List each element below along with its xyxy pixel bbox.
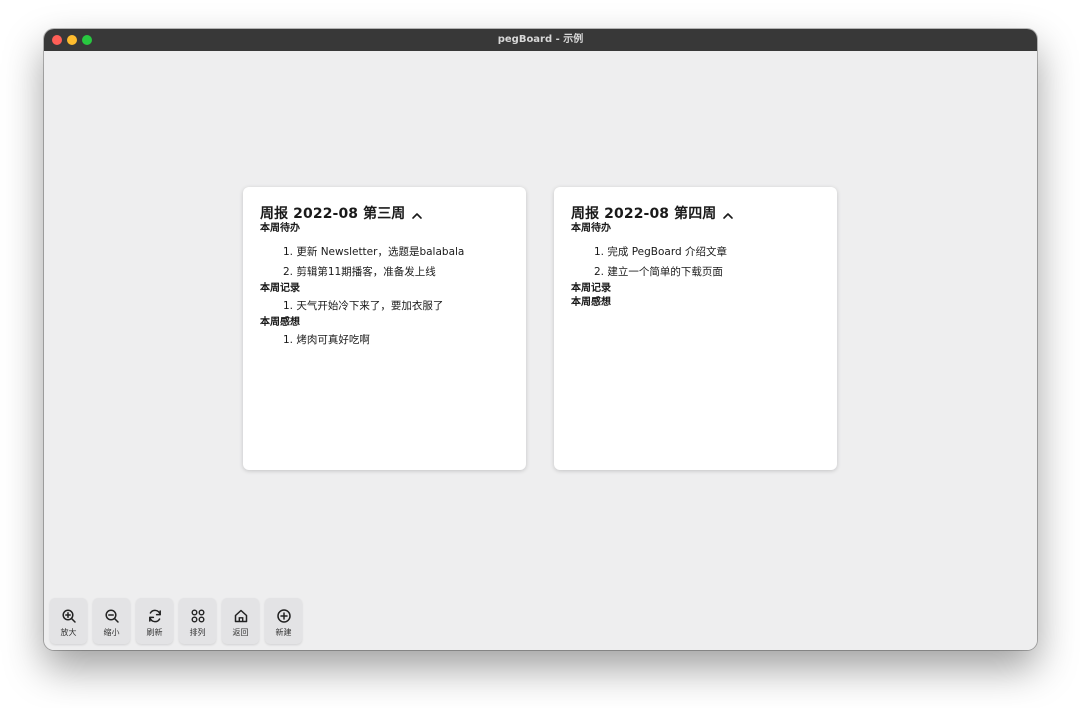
refresh-button[interactable]: 刷新 (136, 598, 173, 644)
toolbar-label: 新建 (275, 627, 292, 637)
arrange-icon (191, 609, 204, 622)
zoom-out-button[interactable]: 缩小 (93, 598, 130, 644)
section-heading: 本周记录 (571, 283, 611, 294)
section-heading: 本周记录 (260, 283, 300, 294)
home-button[interactable]: 返回 (222, 598, 259, 644)
toolbar-label: 返回 (232, 627, 249, 637)
zoom-in-icon (61, 608, 76, 623)
list-item: 1. 烤肉可真好吃啊 (283, 334, 370, 346)
toolbar-label: 缩小 (103, 627, 120, 637)
list-item: 1. 更新 Newsletter，选题是balabala (283, 246, 465, 258)
chevron-up-icon[interactable] (411, 207, 423, 219)
list-item: 1. 天气开始冷下来了，要加衣服了 (283, 300, 444, 312)
bottom-toolbar: 放大 缩小 刷新 排列 返回 新建 (50, 598, 302, 644)
app-window: pegBoard - 示例 周报 2022-08 第三周 本周待办 1. 更新 … (44, 29, 1037, 650)
zoom-out-icon (104, 608, 119, 623)
toolbar-label: 排列 (189, 627, 206, 637)
toolbar-label: 放大 (60, 627, 77, 637)
record-list: 1. 天气开始冷下来了，要加衣服了 (260, 296, 509, 316)
refresh-icon (148, 609, 161, 622)
card-header[interactable]: 周报 2022-08 第三周 (260, 204, 509, 222)
weekly-report-card[interactable]: 周报 2022-08 第三周 本周待办 1. 更新 Newsletter，选题是… (243, 187, 526, 470)
weekly-report-card[interactable]: 周报 2022-08 第四周 本周待办 1. 完成 PegBoard 介绍文章 … (554, 187, 837, 470)
add-icon (276, 608, 291, 623)
card-title: 周报 2022-08 第三周 (260, 206, 406, 222)
add-button[interactable]: 新建 (265, 598, 302, 644)
list-item: 2. 剪辑第11期播客，准备发上线 (283, 266, 436, 278)
title-bar: pegBoard - 示例 (44, 29, 1037, 51)
list-item: 2. 建立一个简单的下载页面 (594, 266, 723, 278)
thoughts-list: 1. 烤肉可真好吃啊 (260, 330, 509, 350)
card-header[interactable]: 周报 2022-08 第四周 (571, 204, 820, 222)
board-canvas[interactable]: 周报 2022-08 第三周 本周待办 1. 更新 Newsletter，选题是… (44, 51, 1037, 650)
section-heading: 本周感想 (571, 297, 611, 308)
section-heading: 本周待办 (571, 223, 611, 234)
section-heading: 本周待办 (260, 223, 300, 234)
section-heading: 本周感想 (260, 317, 300, 328)
toolbar-label: 刷新 (146, 627, 163, 637)
home-icon (234, 609, 247, 622)
card-title: 周报 2022-08 第四周 (571, 206, 717, 222)
todo-list: 1. 更新 Newsletter，选题是balabala 2. 剪辑第11期播客… (260, 242, 509, 282)
list-item: 1. 完成 PegBoard 介绍文章 (594, 246, 727, 258)
todo-list: 1. 完成 PegBoard 介绍文章 2. 建立一个简单的下载页面 (571, 242, 820, 282)
window-title: pegBoard - 示例 (497, 34, 584, 45)
chevron-up-icon[interactable] (722, 207, 734, 219)
zoom-in-button[interactable]: 放大 (50, 598, 87, 644)
arrange-button[interactable]: 排列 (179, 598, 216, 644)
